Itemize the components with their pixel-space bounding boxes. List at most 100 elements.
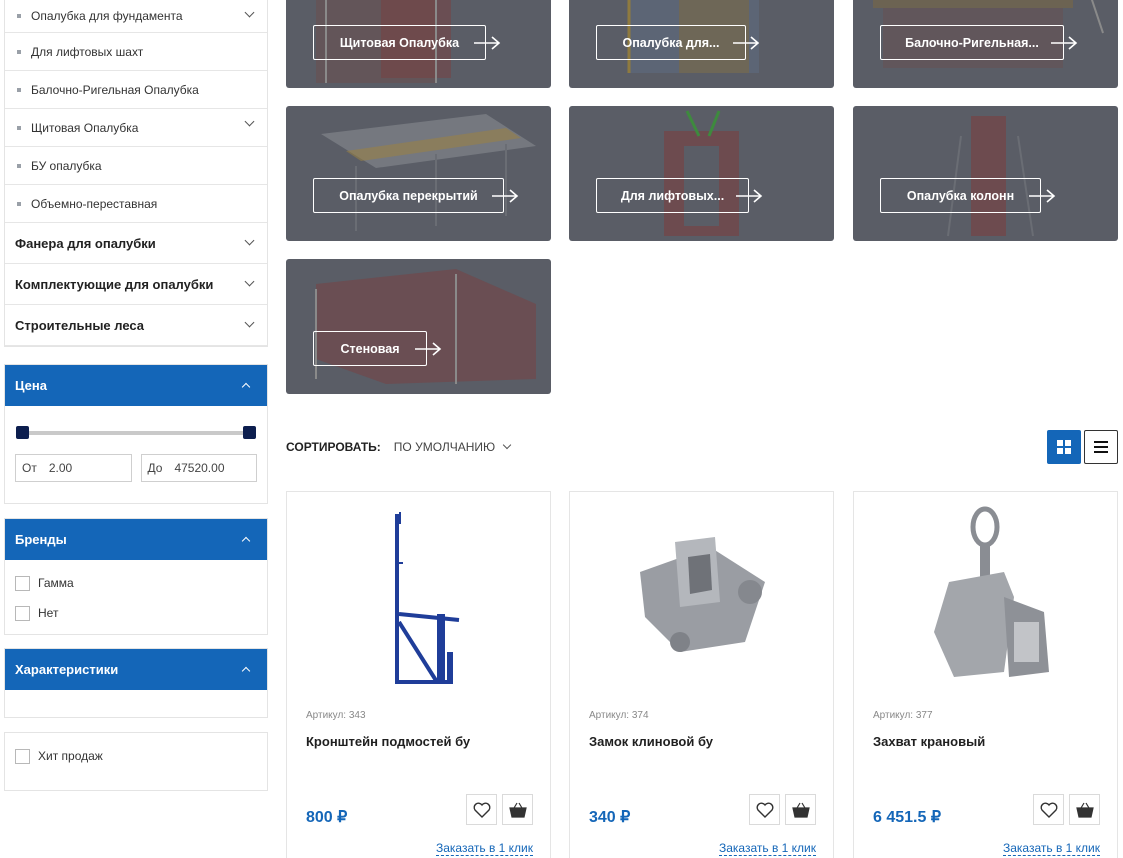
product-name[interactable]: Захват крановый <box>873 734 985 749</box>
order-one-click-link[interactable]: Заказать в 1 клик <box>1002 841 1100 856</box>
arrow-right-icon <box>1051 36 1078 50</box>
price-from-field[interactable]: От 2.00 <box>15 454 132 482</box>
sidebar-catalog: Опалубка для фундамента Для лифтовых шах… <box>4 0 268 347</box>
product-name[interactable]: Кронштейн подмостей бу <box>306 734 470 749</box>
category-tile[interactable]: Опалубка перекрытий <box>286 106 551 241</box>
arrow-right-icon <box>736 189 763 203</box>
product-card[interactable]: Артикул: 343 Кронштейн подмостей бу 800 … <box>286 491 551 858</box>
brand-label: Гамма <box>38 576 74 590</box>
arrow-right-icon <box>474 36 501 50</box>
formwork-image <box>947 116 1034 237</box>
chevron-down-icon[interactable] <box>244 317 255 328</box>
tile-label[interactable]: Балочно-Ригельная... <box>880 25 1064 60</box>
heart-icon <box>756 802 773 818</box>
brands-filter: Бренды Гамма Нет <box>4 518 268 635</box>
add-to-cart-button[interactable] <box>502 794 533 825</box>
grid-view-icon <box>1057 440 1071 454</box>
category-tile[interactable]: Опалубка колонн <box>853 106 1118 241</box>
tile-label[interactable]: Стеновая <box>313 331 427 366</box>
favorite-button[interactable] <box>1033 794 1064 825</box>
chevron-down-icon[interactable] <box>244 116 255 127</box>
chevron-down-icon[interactable] <box>244 235 255 246</box>
subcategory-label: Щитовая Опалубка <box>31 120 139 135</box>
heart-icon <box>1040 802 1057 818</box>
add-to-cart-button[interactable] <box>785 794 816 825</box>
arrow-right-icon <box>492 189 519 203</box>
chevron-up-icon[interactable] <box>241 382 251 392</box>
category-item-plywood[interactable]: Фанера для опалубки <box>5 223 267 264</box>
brands-filter-title: Бренды <box>15 532 67 547</box>
subcategory-item[interactable]: Для лифтовых шахт <box>5 33 267 71</box>
category-item-scaffolding[interactable]: Строительные леса <box>5 305 267 346</box>
formwork-image <box>321 114 536 231</box>
bullet-icon <box>17 201 21 206</box>
tile-label[interactable]: Щитовая Опалубка <box>313 25 486 60</box>
category-label: Фанера для опалубки <box>15 235 156 251</box>
subcategory-item[interactable]: Балочно-Ригельная Опалубка <box>5 71 267 109</box>
category-tile[interactable]: Для лифтовых... <box>569 106 834 241</box>
tile-label[interactable]: Опалубка колонн <box>880 178 1041 213</box>
grid-view-button[interactable] <box>1047 430 1081 464</box>
subcategory-item[interactable]: Щитовая Опалубка <box>5 109 267 147</box>
price-from-label: От <box>22 461 37 475</box>
product-card[interactable]: Артикул: 377 Захват крановый 6 451.5 ₽ З… <box>853 491 1118 858</box>
slider-handle-min[interactable] <box>16 426 29 439</box>
list-view-button[interactable] <box>1084 430 1118 464</box>
brand-checkbox[interactable] <box>15 605 30 621</box>
brands-filter-header[interactable]: Бренды <box>5 519 267 560</box>
subcategory-label: Объемно-переставная <box>31 196 158 211</box>
price-filter: Цена От 2.00 До 47520.00 <box>4 364 268 504</box>
slider-track <box>21 431 251 435</box>
price-to-field[interactable]: До 47520.00 <box>140 454 257 482</box>
slider-handle-max[interactable] <box>243 426 256 439</box>
subcategory-label: Балочно-Ригельная Опалубка <box>31 82 199 97</box>
subcategory-item[interactable]: БУ опалубка <box>5 147 267 185</box>
price-to-value[interactable]: 47520.00 <box>174 461 224 475</box>
category-tile[interactable]: Балочно-Ригельная... <box>853 0 1118 88</box>
sort-select[interactable]: ПО УМОЛЧАНИЮ <box>394 440 495 454</box>
chevron-down-icon[interactable] <box>244 7 255 18</box>
chevron-down-icon[interactable] <box>244 276 255 287</box>
price-range-slider[interactable] <box>5 406 267 439</box>
chevron-down-icon[interactable] <box>502 440 512 450</box>
bestseller-checkbox[interactable] <box>15 748 30 764</box>
product-name[interactable]: Замок клиновой бу <box>589 734 713 749</box>
product-card[interactable]: Артикул: 374 Замок клиновой бу 340 ₽ Зак… <box>569 491 834 858</box>
product-article: Артикул: 374 <box>589 710 649 721</box>
category-tile[interactable]: Стеновая <box>286 259 551 394</box>
subcategory-item[interactable]: Опалубка для фундамента <box>5 0 267 33</box>
chevron-up-icon[interactable] <box>241 536 251 546</box>
subcategory-list: Опалубка для фундамента Для лифтовых шах… <box>4 0 268 347</box>
order-one-click-link[interactable]: Заказать в 1 клик <box>718 841 816 856</box>
tile-label[interactable]: Опалубка перекрытий <box>313 178 504 213</box>
characteristics-filter-title: Характеристики <box>15 662 119 677</box>
add-to-cart-button[interactable] <box>1069 794 1100 825</box>
brand-option[interactable]: Гамма <box>5 568 267 598</box>
price-from-value[interactable]: 2.00 <box>49 461 72 475</box>
characteristics-filter-header[interactable]: Характеристики <box>5 649 267 690</box>
price-filter-header[interactable]: Цена <box>5 365 267 406</box>
heart-icon <box>473 802 490 818</box>
brand-checkbox[interactable] <box>15 575 30 591</box>
bullet-icon <box>17 163 21 168</box>
tile-label[interactable]: Опалубка для... <box>596 25 746 60</box>
arrow-right-icon <box>1029 189 1056 203</box>
brand-option[interactable]: Нет <box>5 598 267 628</box>
chevron-up-icon[interactable] <box>241 666 251 676</box>
order-one-click-link[interactable]: Заказать в 1 клик <box>435 841 533 856</box>
category-item-accessories[interactable]: Комплектующие для опалубки <box>5 264 267 305</box>
characteristics-filter: Характеристики <box>4 648 268 718</box>
subcategory-item[interactable]: Объемно-переставная <box>5 185 267 223</box>
price-to-label: До <box>147 461 163 475</box>
category-tile[interactable]: Щитовая Опалубка <box>286 0 551 88</box>
favorite-button[interactable] <box>466 794 497 825</box>
bullet-icon <box>17 49 21 54</box>
category-tile[interactable]: Опалубка для... <box>569 0 834 88</box>
bullet-icon <box>17 87 21 92</box>
sort-bar: СОРТИРОВАТЬ: ПО УМОЛЧАНИЮ <box>286 438 512 456</box>
tile-label[interactable]: Для лифтовых... <box>596 178 749 213</box>
bullet-icon <box>17 14 21 18</box>
bestseller-option[interactable]: Хит продаж <box>5 741 267 771</box>
favorite-button[interactable] <box>749 794 780 825</box>
brand-label: Нет <box>38 606 59 620</box>
